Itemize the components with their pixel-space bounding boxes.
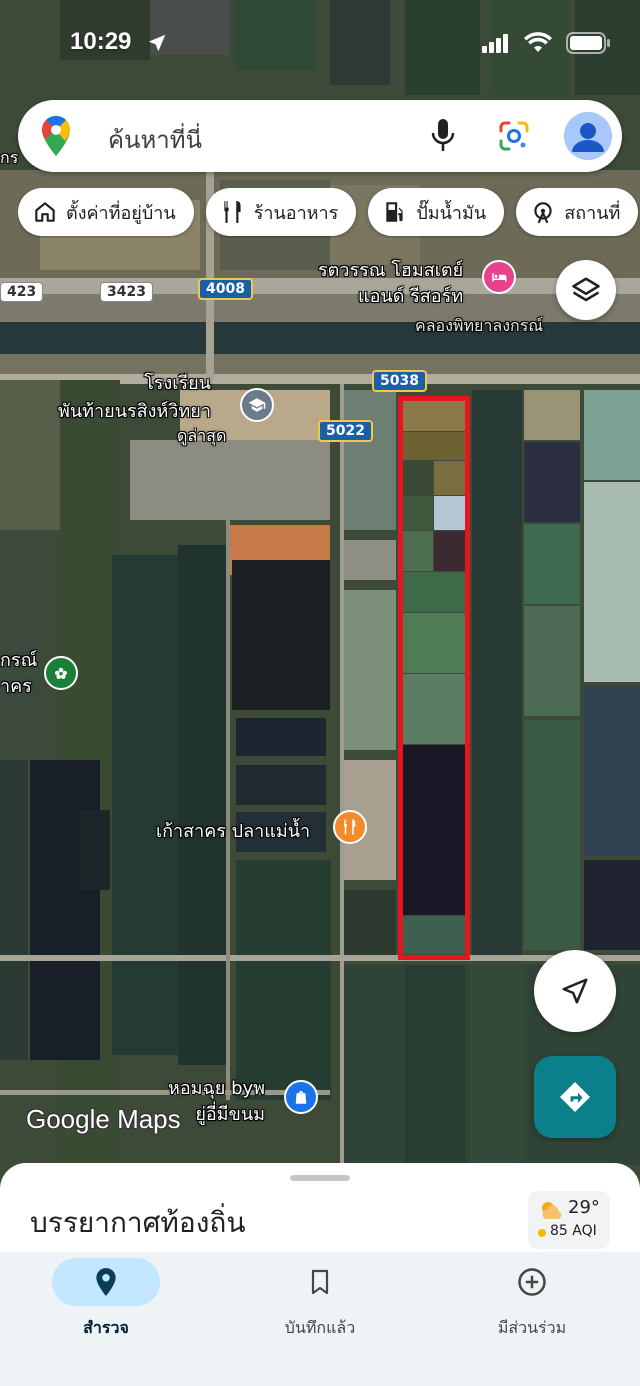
nav-contribute-pill bbox=[478, 1258, 586, 1306]
nav-label: สำรวจ bbox=[83, 1318, 129, 1337]
school-sub-label: ดูล่าสุด bbox=[177, 426, 227, 445]
chip-label: ปั๊มน้ำมัน bbox=[416, 202, 487, 224]
nav-explore-pill bbox=[52, 1258, 160, 1306]
my-location-button[interactable] bbox=[534, 950, 616, 1032]
microphone-icon[interactable] bbox=[430, 118, 456, 152]
account-avatar[interactable] bbox=[564, 112, 612, 160]
chip-set-home[interactable]: ตั้งค่าที่อยู่บ้าน bbox=[18, 188, 194, 236]
nav-contribute[interactable]: มีส่วนร่วม bbox=[452, 1258, 612, 1348]
hotel-poi-icon[interactable] bbox=[482, 260, 516, 294]
restaurant-poi-icon[interactable] bbox=[333, 810, 367, 844]
road-shield-4008: 4008 bbox=[198, 278, 253, 300]
resort-label[interactable]: รตวรรณ โฮมสเตย์ แอนด์ รีสอร์ท bbox=[318, 258, 463, 310]
park-poi-icon[interactable] bbox=[44, 656, 78, 690]
layers-icon bbox=[572, 277, 600, 302]
home-icon bbox=[35, 202, 55, 222]
road-shield-3423: 3423 bbox=[100, 282, 153, 302]
attraction-icon bbox=[534, 202, 552, 224]
status-bar: 10:29 bbox=[0, 0, 640, 88]
sheet-drag-handle[interactable] bbox=[290, 1175, 350, 1181]
location-arrow-icon bbox=[148, 34, 166, 52]
partly-cloudy-icon bbox=[542, 1202, 562, 1219]
status-time: 10:29 bbox=[70, 28, 132, 55]
air-quality-index: 85 AQI bbox=[550, 1223, 597, 1239]
road-shield-5022: 5022 bbox=[318, 420, 373, 442]
navigation-arrow-icon bbox=[562, 978, 588, 1004]
google-maps-logo: Google Maps bbox=[26, 1104, 181, 1134]
road-shield-423: 423 bbox=[0, 282, 44, 302]
nav-explore[interactable]: สำรวจ bbox=[26, 1258, 186, 1348]
shop-label[interactable]: หอมฉุย byพ ยู่อี่มีขนม bbox=[168, 1076, 265, 1128]
aqi-status-dot bbox=[538, 1229, 546, 1237]
chip-gas-stations[interactable]: ปั๊มน้ำมัน bbox=[368, 188, 505, 236]
search-input[interactable]: ค้นหาที่นี่ bbox=[108, 120, 202, 159]
bottom-navigation: สำรวจ บันทึกแล้ว มีส่วนร่วม bbox=[0, 1252, 640, 1386]
nav-label: บันทึกแล้ว bbox=[284, 1318, 356, 1337]
google-maps-pin-icon bbox=[41, 116, 71, 156]
cellular-signal-icon bbox=[482, 34, 508, 53]
road-shield-5038: 5038 bbox=[372, 370, 427, 392]
directions-icon bbox=[560, 1082, 590, 1112]
chip-label: สถานที่ bbox=[564, 202, 621, 224]
shop-poi-icon[interactable] bbox=[284, 1080, 318, 1114]
battery-icon bbox=[566, 32, 610, 54]
weather-temperature: 29° bbox=[568, 1197, 600, 1218]
nav-saved-pill bbox=[266, 1258, 374, 1306]
weather-widget[interactable]: 29° 85 AQI bbox=[528, 1191, 610, 1249]
directions-button[interactable] bbox=[534, 1056, 616, 1138]
contribute-plus-icon bbox=[518, 1268, 546, 1296]
gas-station-icon bbox=[386, 202, 403, 222]
restaurant-label[interactable]: เก้าสาคร ปลาแม่น้ำ bbox=[156, 816, 310, 845]
restaurant-icon bbox=[224, 201, 241, 223]
wifi-icon bbox=[524, 32, 552, 52]
chip-label: ตั้งค่าที่อยู่บ้าน bbox=[66, 202, 176, 224]
school-poi-icon[interactable] bbox=[240, 388, 274, 422]
nav-saved[interactable]: บันทึกแล้ว bbox=[240, 1258, 400, 1348]
highlighted-plot-outline bbox=[398, 396, 470, 960]
category-chips: ตั้งค่าที่อยู่บ้าน ร้านอาหาร ปั๊มน้ำมัน … bbox=[18, 188, 640, 238]
google-lens-icon[interactable] bbox=[498, 120, 530, 152]
chip-attractions[interactable]: สถานที่ bbox=[516, 188, 639, 236]
left-edge-label-top: กร bbox=[0, 148, 19, 167]
person-icon bbox=[564, 112, 612, 160]
explore-pin-icon bbox=[96, 1268, 116, 1296]
chip-restaurants[interactable]: ร้านอาหาร bbox=[205, 188, 357, 236]
school-label[interactable]: โรงเรียน พันท้ายนรสิงห์วิทยา bbox=[58, 370, 211, 426]
sheet-title: บรรยากาศท้องถิ่น bbox=[30, 1206, 246, 1239]
bookmark-icon bbox=[311, 1269, 329, 1295]
map-layers-button[interactable] bbox=[556, 260, 616, 320]
search-bar[interactable]: ค้นหาที่นี่ bbox=[18, 100, 622, 172]
nav-label: มีส่วนร่วม bbox=[497, 1318, 567, 1337]
left-edge-label-mid: กรณ์ าคร bbox=[0, 650, 38, 697]
chip-label: ร้านอาหาร bbox=[253, 202, 339, 224]
canal-label: คลองพิทยาลงกรณ์ bbox=[415, 316, 544, 335]
